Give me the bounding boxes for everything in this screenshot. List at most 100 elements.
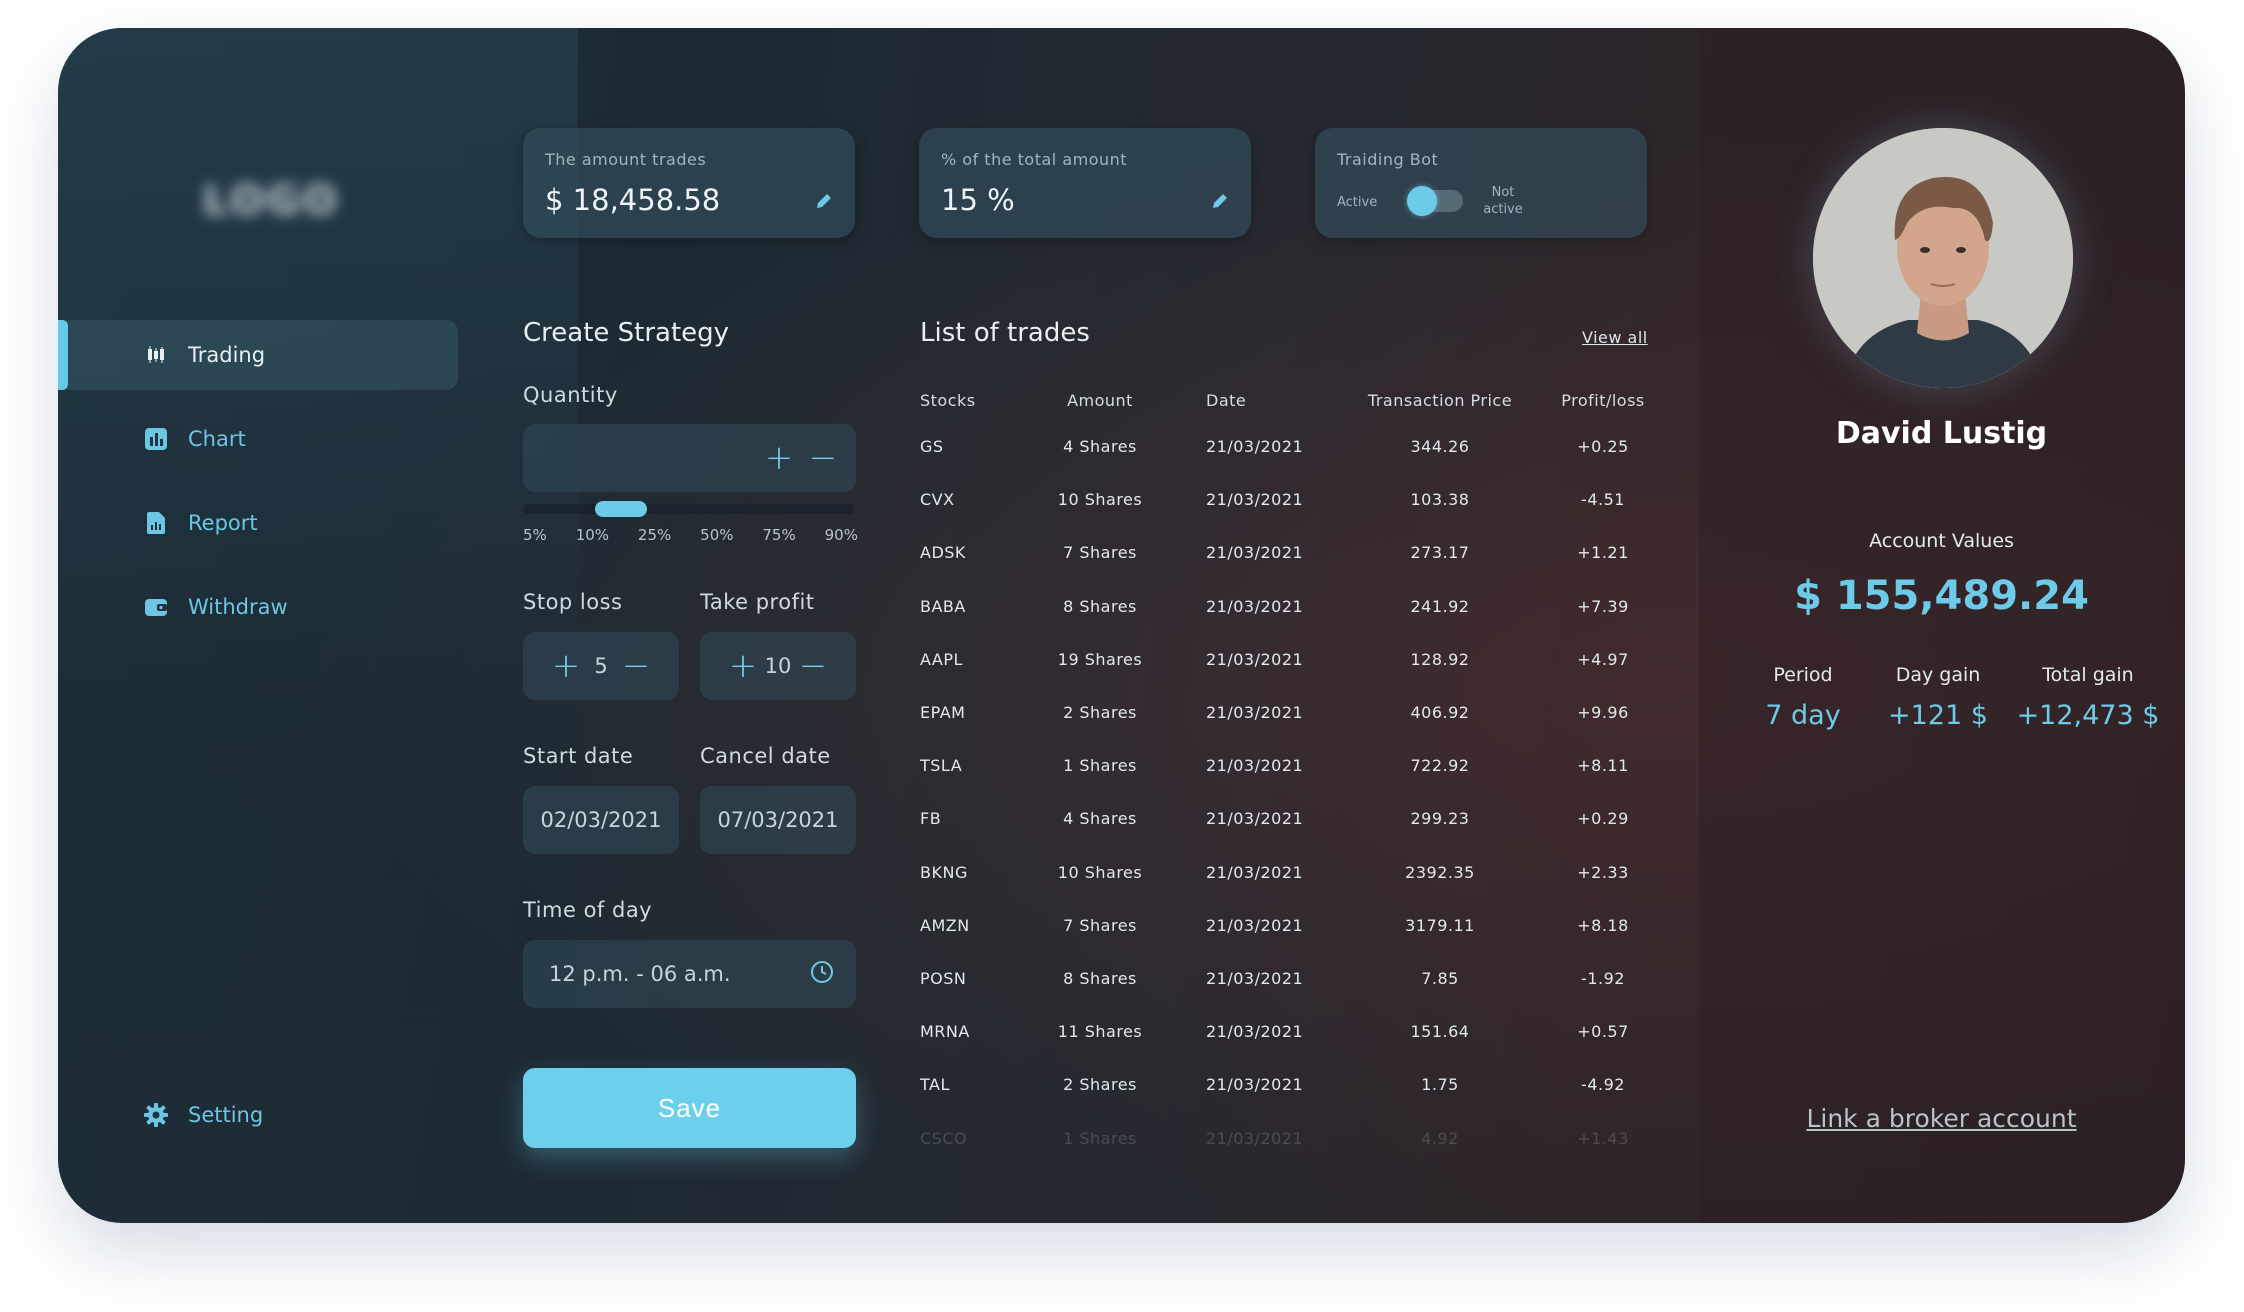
profile-name: David Lustig [1835, 416, 2048, 451]
table-row[interactable]: GS 4 Shares 21/03/2021 344.26 +0.25 [920, 420, 1666, 473]
column-header[interactable]: Transaction Price [1340, 380, 1540, 420]
stop-loss-value[interactable]: 5 [581, 654, 621, 678]
table-row[interactable]: AMZN 7 Shares 21/03/2021 3179.11 +8.18 [920, 899, 1666, 952]
table-row[interactable]: POSN 8 Shares 21/03/2021 7.85 -1.92 [920, 952, 1666, 1005]
stat-value: +12,473 $ [2016, 700, 2160, 731]
transaction-price: 4.92 [1421, 1128, 1459, 1148]
table-row[interactable]: TSLA 1 Shares 21/03/2021 722.92 +8.11 [920, 739, 1666, 792]
stock-symbol: BABA [920, 596, 966, 616]
quantity-label: Quantity [523, 383, 618, 407]
profit-loss: +1.43 [1577, 1128, 1629, 1148]
stock-symbol: EPAM [920, 703, 966, 723]
minus-icon[interactable]: − [798, 649, 828, 683]
start-date-value: 02/03/2021 [540, 808, 662, 832]
sidebar-item-setting[interactable]: Setting [58, 1080, 458, 1150]
start-date-field[interactable]: 02/03/2021 [523, 786, 679, 854]
minus-icon[interactable]: − [621, 649, 651, 683]
trade-amount: 19 Shares [1057, 649, 1143, 669]
clock-icon[interactable] [810, 960, 834, 989]
trade-date: 21/03/2021 [1206, 703, 1304, 723]
pencil-icon[interactable] [1209, 190, 1231, 212]
link-broker-account[interactable]: Link a broker account [1698, 1104, 2185, 1133]
column-header[interactable]: Amount [1030, 380, 1170, 420]
trade-date: 21/03/2021 [1206, 915, 1304, 935]
table-row[interactable]: BABA 8 Shares 21/03/2021 241.92 +7.39 [920, 580, 1666, 633]
stock-symbol: ADSK [920, 543, 966, 563]
sidebar-item-trading[interactable]: Trading [58, 320, 458, 390]
trade-amount: 4 Shares [1063, 437, 1137, 457]
take-profit-label: Take profit [700, 590, 815, 614]
stat-label: Day gain [1895, 664, 1981, 686]
view-all-link[interactable]: View all [1582, 328, 1648, 347]
sidebar-item-withdraw[interactable]: Withdraw [58, 572, 458, 642]
stock-symbol: CSCO [920, 1128, 968, 1148]
table-row[interactable]: FB 4 Shares 21/03/2021 299.23 +0.29 [920, 792, 1666, 845]
amount-trades-card: The amount trades $ 18,458.58 [523, 128, 855, 238]
table-row[interactable]: TAL 2 Shares 21/03/2021 1.75 -4.92 [920, 1058, 1666, 1111]
trade-amount: 10 Shares [1057, 490, 1143, 510]
profit-loss: +4.97 [1577, 649, 1629, 669]
trade-amount: 8 Shares [1063, 968, 1137, 988]
plus-icon[interactable]: + [728, 649, 758, 683]
card-label: Traiding Bot [1337, 150, 1439, 169]
stock-symbol: FB [920, 809, 942, 829]
create-strategy-title: Create Strategy [523, 318, 730, 348]
stock-symbol: AAPL [920, 649, 963, 669]
save-button[interactable]: Save [523, 1068, 856, 1148]
trade-date: 21/03/2021 [1206, 862, 1304, 882]
trade-amount: 7 Shares [1063, 915, 1137, 935]
account-values-label: Account Values [1869, 530, 2014, 552]
transaction-price: 3179.11 [1405, 915, 1475, 935]
slider-tick: 50% [700, 526, 734, 544]
column-header[interactable]: Profit/loss [1540, 380, 1666, 420]
table-row[interactable]: BKNG 10 Shares 21/03/2021 2392.35 +2.33 [920, 846, 1666, 899]
profit-loss: +7.39 [1577, 596, 1629, 616]
table-row[interactable]: EPAM 2 Shares 21/03/2021 406.92 +9.96 [920, 686, 1666, 739]
time-of-day-field[interactable]: 12 p.m. - 06 a.m. [523, 940, 856, 1008]
profit-loss: +0.25 [1577, 437, 1629, 457]
toggle-inactive-label: Not active [1481, 184, 1525, 218]
table-row[interactable]: CSCO 1 Shares 21/03/2021 4.92 +1.43 [920, 1111, 1666, 1164]
profit-loss: +0.57 [1577, 1022, 1629, 1042]
quantity-slider[interactable] [523, 501, 855, 517]
plus-icon[interactable]: + [551, 649, 581, 683]
column-header[interactable]: Date [1170, 380, 1340, 420]
document-icon [144, 511, 168, 535]
transaction-price: 722.92 [1410, 756, 1470, 776]
stop-loss-stepper: + 5 − [523, 632, 679, 700]
gear-icon [144, 1103, 168, 1127]
sidebar-item-label: Trading [188, 343, 266, 367]
table-row[interactable]: MRNA 11 Shares 21/03/2021 151.64 +0.57 [920, 1005, 1666, 1058]
bot-toggle[interactable] [1407, 186, 1463, 216]
column-header[interactable]: Stocks [920, 380, 1030, 420]
logo: LOGO [203, 178, 340, 224]
sidebar-item-chart[interactable]: Chart [58, 404, 458, 474]
wallet-icon [144, 595, 168, 619]
profit-loss: -4.51 [1581, 490, 1625, 510]
stat-label: Total gain [2042, 664, 2134, 686]
minus-icon[interactable]: − [808, 441, 838, 475]
bar-chart-icon [144, 427, 168, 451]
profit-loss: +2.33 [1577, 862, 1629, 882]
transaction-price: 406.92 [1410, 703, 1470, 723]
sidebar-item-label: Chart [188, 427, 246, 451]
table-row[interactable]: ADSK 7 Shares 21/03/2021 273.17 +1.21 [920, 526, 1666, 579]
stat-label: Period [1773, 664, 1833, 686]
cancel-date-value: 07/03/2021 [717, 808, 839, 832]
trade-date: 21/03/2021 [1206, 968, 1304, 988]
take-profit-value[interactable]: 10 [758, 654, 798, 678]
card-value: $ 18,458.58 [545, 183, 721, 217]
cancel-date-field[interactable]: 07/03/2021 [700, 786, 856, 854]
plus-icon[interactable]: + [764, 441, 794, 475]
transaction-price: 103.38 [1410, 490, 1470, 510]
card-label: % of the total amount [941, 150, 1128, 169]
table-row[interactable]: AAPL 19 Shares 21/03/2021 128.92 +4.97 [920, 633, 1666, 686]
pencil-icon[interactable] [813, 190, 835, 212]
slider-tick: 90% [824, 526, 858, 544]
stock-symbol: TSLA [920, 756, 963, 776]
slider-thumb[interactable] [595, 501, 647, 517]
toggle-inactive-line: active [1483, 202, 1523, 217]
profit-loss: +1.21 [1577, 543, 1629, 563]
table-row[interactable]: CVX 10 Shares 21/03/2021 103.38 -4.51 [920, 473, 1666, 526]
sidebar-item-report[interactable]: Report [58, 488, 458, 558]
